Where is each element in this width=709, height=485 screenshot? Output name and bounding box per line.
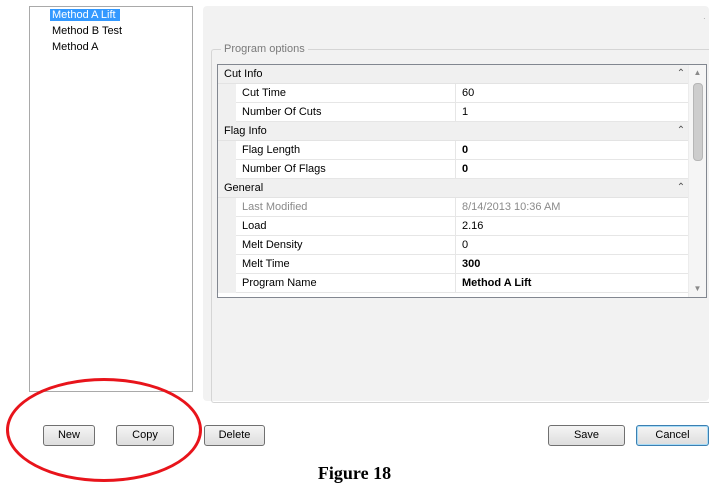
category-row[interactable]: Cut Info ⌃ [218,65,706,84]
property-row[interactable]: Last Modified 8/14/2013 10:36 AM [218,198,706,217]
row-gutter [218,103,236,122]
new-button[interactable]: New [43,425,95,446]
property-row[interactable]: Cut Time 60 [218,84,706,103]
method-list-item[interactable]: Method B Test [30,23,192,39]
property-name: Load [236,217,456,236]
property-name: Cut Time [236,84,456,103]
collapse-chevron-icon[interactable]: ⌃ [676,65,686,83]
program-options-legend: Program options [221,42,308,56]
property-name: Flag Length [236,141,456,160]
method-list-item[interactable]: Method A Lift [30,7,192,23]
row-gutter [218,160,236,179]
row-gutter [218,255,236,274]
property-name: Last Modified [236,198,456,217]
method-item-label: Method B Test [52,25,123,37]
category-row[interactable]: Flag Info ⌃ [218,122,706,141]
method-list-item[interactable]: Method A [30,39,192,55]
row-gutter [218,274,236,293]
property-name: Number Of Cuts [236,103,456,122]
property-row[interactable]: Load 2.16 [218,217,706,236]
property-name: Melt Time [236,255,456,274]
category-row[interactable]: General ⌃ [218,179,706,198]
property-name: Number Of Flags [236,160,456,179]
property-value[interactable]: 60 [462,84,698,103]
property-value[interactable]: 2.16 [462,217,698,236]
property-row[interactable]: Number Of Flags 0 [218,160,706,179]
property-value[interactable]: 0 [462,236,698,255]
cancel-button[interactable]: Cancel [636,425,709,446]
vertical-scrollbar[interactable]: ▲ ▼ [688,65,706,297]
scroll-up-arrow-icon[interactable]: ▲ [689,65,706,81]
collapse-chevron-icon[interactable]: ⌃ [676,179,686,197]
property-row[interactable]: Flag Length 0 [218,141,706,160]
row-gutter [218,236,236,255]
collapse-chevron-icon[interactable]: ⌃ [676,122,686,140]
method-list[interactable]: Method A Lift Method B Test Method A [29,6,193,392]
property-row[interactable]: Melt Time 300 [218,255,706,274]
property-value: 8/14/2013 10:36 AM [462,201,561,213]
property-value[interactable]: 300 [462,255,698,274]
delete-button[interactable]: Delete [204,425,265,446]
row-gutter [218,198,236,217]
copy-button[interactable]: Copy [116,425,174,446]
property-name: Program Name [236,274,456,293]
category-label: General [224,182,264,194]
row-gutter [218,84,236,103]
property-grid[interactable]: Cut Info ⌃ Cut Time 60 Number Of Cuts 1 Flag I… [217,64,707,298]
method-item-label: Method A [52,41,99,53]
property-value[interactable]: 0 [462,160,698,179]
property-name: Melt Density [236,236,456,255]
program-options-group: Program options Cut Info ⌃ Cut Time 60 Numbe… [211,42,709,403]
window-edge-mark: · [703,14,706,23]
property-row[interactable]: Program Name Method A Lift [218,274,706,293]
figure-caption: Figure 18 [317,463,392,483]
save-button[interactable]: Save [548,425,625,446]
scroll-thumb[interactable] [693,83,703,161]
scroll-down-arrow-icon[interactable]: ▼ [689,281,706,297]
property-value[interactable]: 0 [462,141,698,160]
category-label: Cut Info [224,68,263,80]
row-gutter [218,217,236,236]
property-row[interactable]: Melt Density 0 [218,236,706,255]
method-item-label: Method A Lift [50,9,120,21]
row-gutter [218,141,236,160]
property-row[interactable]: Number Of Cuts 1 [218,103,706,122]
options-panel: Program options Cut Info ⌃ Cut Time 60 Numbe… [203,6,709,403]
property-value[interactable]: Method A Lift [462,274,698,293]
property-value[interactable]: 1 [462,103,698,122]
category-label: Flag Info [224,125,267,137]
